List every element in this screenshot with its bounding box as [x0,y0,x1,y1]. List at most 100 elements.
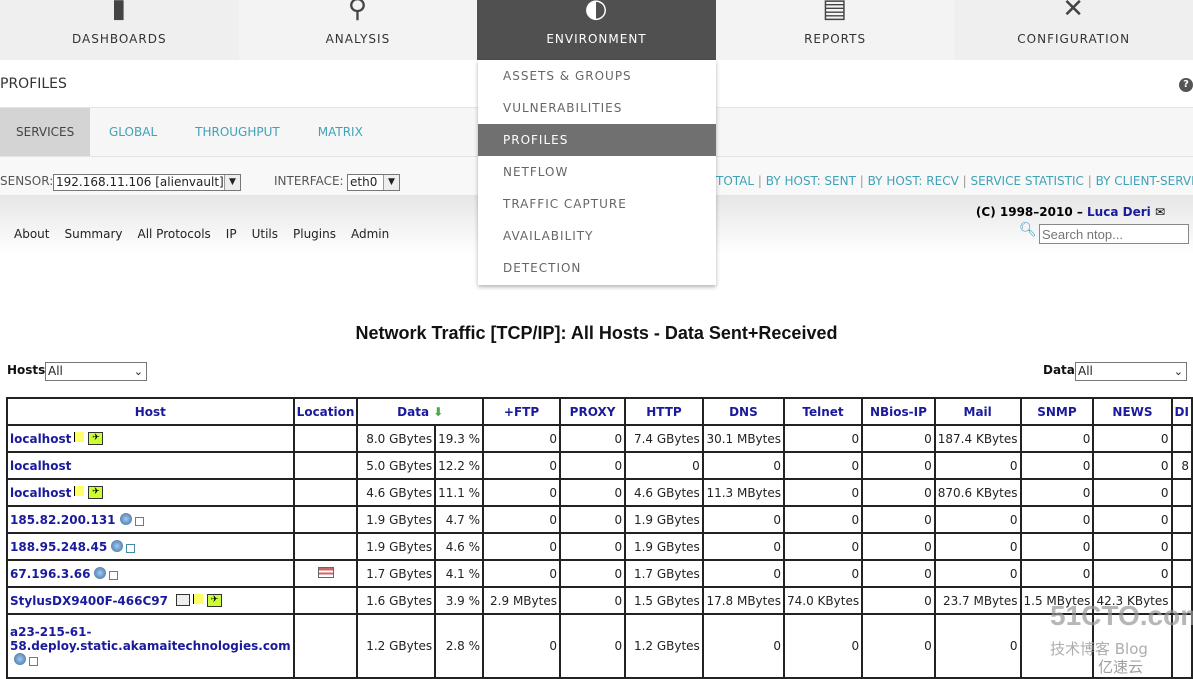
value-cell: 74.0 KBytes [782,586,864,615]
report-link[interactable]: BY HOST: RECV [868,174,959,188]
printer-icon [175,593,190,606]
host-cell: 185.82.200.131 [6,505,295,534]
column-header-label: Telnet [802,404,844,419]
chevron-down-icon: ▼ [383,175,399,190]
report-link[interactable]: TOTAL [716,174,754,188]
value-cell: 0 [933,559,1022,588]
value-cell: 1.5 GBytes [624,586,704,615]
menu-item-assets-groups[interactable]: ASSETS & GROUPS [478,60,716,92]
ntop-menu-item[interactable]: IP [226,227,237,241]
value-cell: 0 [482,532,561,561]
nav-tab-environment[interactable]: ◐ ENVIRONMENT [477,0,716,60]
tab-matrix[interactable]: MATRIX [299,108,382,156]
host-link[interactable]: 185.82.200.131 [10,513,116,527]
value-cell: 30.1 MBytes [701,424,786,453]
chevron-down-icon: ⌄ [133,365,143,378]
host-link[interactable]: localhost [10,486,71,500]
column-header[interactable]: Location [292,397,359,426]
author-link[interactable]: Luca Deri [1087,205,1151,219]
switch-icon: ✈ [88,431,104,445]
data-cell: 5.0 GBytes [356,451,437,480]
value-cell: 0 [701,532,786,561]
value-cell: 0 [861,613,936,679]
column-header[interactable]: NEWS [1092,397,1173,426]
data-filter-select[interactable]: All ⌄ [1075,362,1187,381]
watermark-logo: 51CTO.com [1050,600,1193,631]
external-link-icon[interactable] [134,516,144,526]
value-cell: 0 [482,559,561,588]
ntop-menu-item[interactable]: All Protocols [137,227,210,241]
host-link[interactable]: 67.196.3.66 [10,567,90,581]
value-cell: 0 [482,451,561,480]
menu-item-netflow[interactable]: NETFLOW [478,156,716,188]
menu-item-detection[interactable]: DETECTION [478,252,716,284]
column-header[interactable]: NBios-IP [861,397,936,426]
ntop-menu-item[interactable]: Admin [351,227,389,241]
host-link[interactable]: StylusDX9400F-466C97 [10,594,168,608]
search-input[interactable] [1039,224,1189,244]
mail-icon[interactable]: ✉ [1155,205,1165,219]
nav-tab-dashboards[interactable]: ▮ DASHBOARDS [0,0,239,60]
tab-services[interactable]: SERVICES [0,108,90,156]
value-cell: 0 [782,532,864,561]
external-link-icon[interactable] [126,543,136,553]
column-header[interactable]: PROXY [558,397,627,426]
nav-tab-reports[interactable]: ▤ REPORTS [715,0,955,60]
value-cell [1170,532,1193,561]
ntop-menu-item[interactable]: Plugins [293,227,336,241]
tab-global[interactable]: GLOBAL [90,108,176,156]
ntop-menu: About Summary All Protocols IP Utils Plugins A… [14,227,389,241]
column-header[interactable]: Host [6,397,295,426]
menu-item-availability[interactable]: AVAILABILITY [478,220,716,252]
column-header[interactable]: DNS [701,397,786,426]
column-header[interactable]: HTTP [624,397,704,426]
value-cell: 7.4 GBytes [624,424,704,453]
host-link[interactable]: localhost [10,459,71,473]
menu-item-vulnerabilities[interactable]: VULNERABILITIES [478,92,716,124]
copyright: (C) 1998–2010 – Luca Deri ✉ [976,205,1165,219]
hosts-filter-value: All [48,364,63,378]
nav-tab-analysis[interactable]: ⚲ ANALYSIS [238,0,478,60]
help-icon[interactable]: ? [1179,78,1193,92]
sort-desc-icon[interactable]: ⬇ [429,405,443,419]
globe-icon [94,566,107,579]
data-cell: 4.6 GBytes [356,478,437,507]
switch-icon: ✈ [206,593,222,607]
globe-icon [119,512,132,525]
external-link-icon[interactable] [109,570,119,580]
column-header[interactable]: DI [1170,397,1193,426]
ntop-menu-item[interactable]: About [14,227,49,241]
menu-item-profiles[interactable]: PROFILES [478,124,716,156]
host-link[interactable]: a23-215-61-58.deploy.static.akamaitechno… [10,625,291,653]
column-header[interactable]: Data ⬇ [356,397,485,426]
nav-tab-label: REPORTS [804,32,867,46]
location-cell [292,559,359,588]
tab-throughput[interactable]: THROUGHPUT [176,108,299,156]
report-link[interactable]: BY CLIENT-SERVER [1096,174,1193,188]
ntop-menu-item[interactable]: Summary [64,227,122,241]
value-cell: 0 [482,505,561,534]
value-cell: 0 [861,586,936,615]
column-header[interactable]: Mail [933,397,1022,426]
host-link[interactable]: 188.95.248.45 [10,540,107,554]
value-cell: 1.7 GBytes [624,559,704,588]
nav-tab-configuration[interactable]: ✕ CONFIGURATION [954,0,1193,60]
column-header[interactable]: +FTP [482,397,561,426]
host-link[interactable]: localhost [10,432,71,446]
hosts-filter-select[interactable]: All ⌄ [45,362,147,381]
interface-select[interactable]: eth0 ▼ [347,174,400,191]
host-cell: 67.196.3.66 [6,559,295,588]
sensor-value: 192.168.11.106 [alienvault] [56,175,224,189]
ntop-menu-item[interactable]: Utils [252,227,278,241]
sensor-select[interactable]: 192.168.11.106 [alienvault] ▼ [53,174,241,191]
value-cell: 0 [701,451,786,480]
value-cell: 0 [933,451,1022,480]
menu-item-traffic-capture[interactable]: TRAFFIC CAPTURE [478,188,716,220]
nav-tab-label: DASHBOARDS [72,32,167,46]
report-link[interactable]: SERVICE STATISTIC [970,174,1083,188]
external-link-icon[interactable] [29,657,38,666]
column-header[interactable]: SNMP [1019,397,1095,426]
report-link[interactable]: BY HOST: SENT [766,174,856,188]
value-cell: 0 [558,451,627,480]
column-header[interactable]: Telnet [782,397,864,426]
